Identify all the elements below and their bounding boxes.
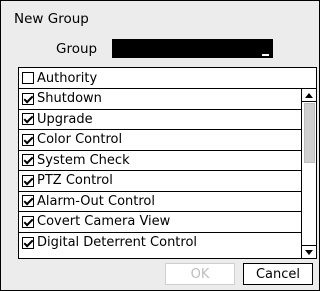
scroll-thumb[interactable] <box>304 103 315 163</box>
arrow-up-icon <box>305 92 313 98</box>
authority-rows: Shutdown Upgrade Color Control System Check… <box>19 89 301 258</box>
authority-checkbox[interactable] <box>22 174 34 187</box>
cancel-button[interactable]: Cancel <box>243 263 313 285</box>
scroll-up-button[interactable] <box>302 89 316 102</box>
authority-item[interactable]: Color Control <box>19 130 301 151</box>
list-scrollbar[interactable] <box>301 89 316 258</box>
text-cursor <box>262 54 269 56</box>
arrow-down-icon <box>305 249 313 255</box>
authority-item-label: System Check <box>37 152 130 168</box>
group-name-input[interactable] <box>112 39 273 58</box>
authority-item-label: Color Control <box>37 132 123 148</box>
authority-checkbox[interactable] <box>22 236 34 249</box>
authority-list: Authority Shutdown Upgrade Color Control Sy… <box>18 67 317 259</box>
authority-checkbox[interactable] <box>22 133 34 146</box>
new-group-dialog: New Group Group Authority Shutdown Upgrad… <box>0 0 320 291</box>
authority-item-label: Alarm-Out Control <box>37 193 155 209</box>
authority-item[interactable]: Upgrade <box>19 110 301 130</box>
authority-checkbox[interactable] <box>22 215 34 228</box>
authority-item-label: Upgrade <box>37 111 93 127</box>
group-label: Group <box>56 41 98 57</box>
scroll-down-button[interactable] <box>302 245 316 258</box>
ok-button[interactable]: OK <box>165 263 235 285</box>
authority-item[interactable]: System Check <box>19 151 301 171</box>
authority-header-label: Authority <box>37 70 98 86</box>
authority-item-label: Digital Deterrent Control <box>37 235 198 251</box>
authority-header[interactable]: Authority <box>19 68 316 89</box>
authority-checkbox[interactable] <box>22 92 34 105</box>
authority-item-label: PTZ Control <box>37 173 113 189</box>
authority-checkbox[interactable] <box>22 154 34 167</box>
authority-checkbox[interactable] <box>22 195 34 208</box>
authority-checkbox[interactable] <box>22 113 34 126</box>
authority-item[interactable]: Covert Camera View <box>19 212 301 233</box>
authority-select-all-checkbox[interactable] <box>22 72 34 84</box>
authority-item-label: Covert Camera View <box>37 214 171 230</box>
dialog-title: New Group <box>14 11 89 27</box>
authority-item[interactable]: Shutdown <box>19 89 301 110</box>
authority-item[interactable]: Digital Deterrent Control <box>19 233 301 254</box>
authority-item[interactable]: PTZ Control <box>19 171 301 192</box>
authority-item[interactable]: Alarm-Out Control <box>19 192 301 212</box>
authority-item-label: Shutdown <box>37 91 102 107</box>
